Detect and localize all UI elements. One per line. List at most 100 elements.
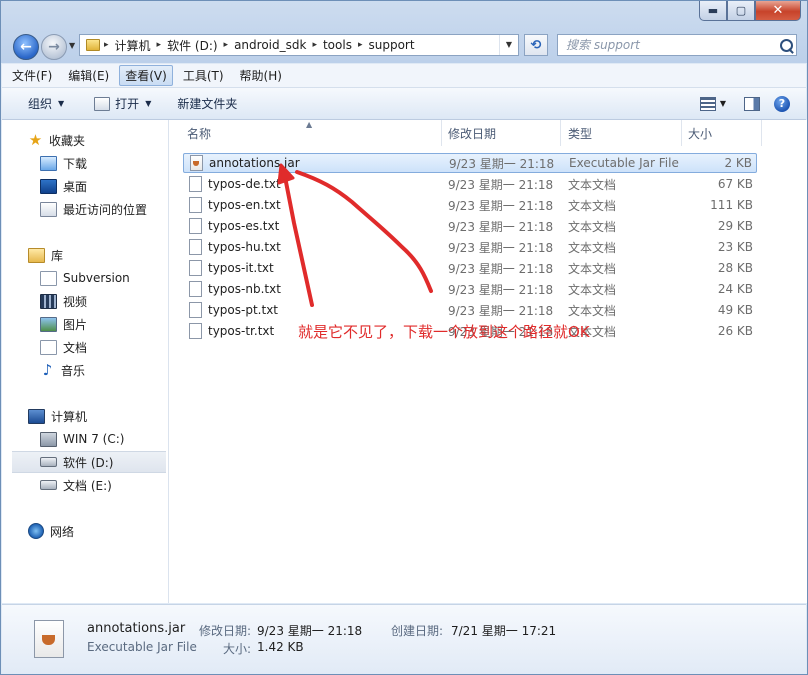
nav-item-drive-d[interactable]: 软件 (D:)	[12, 451, 166, 473]
jar-file-icon	[34, 620, 64, 658]
refresh-button[interactable]: ⟲	[524, 34, 548, 56]
jar-file-icon	[190, 155, 203, 171]
menu-edit[interactable]: 编辑(E)	[62, 65, 115, 86]
close-button[interactable]: ✕	[755, 1, 801, 21]
preview-pane-icon[interactable]	[744, 96, 760, 111]
nav-label: Subversion	[63, 271, 130, 285]
view-list-icon[interactable]	[699, 96, 716, 111]
details-size-label: 大小:	[223, 642, 252, 656]
nav-libraries[interactable]: 库	[28, 244, 168, 266]
column-header-date[interactable]: 修改日期	[448, 120, 496, 146]
text-file-icon	[189, 281, 202, 297]
desktop-icon	[40, 178, 57, 194]
breadcrumb-computer[interactable]: 计算机	[109, 37, 157, 54]
file-row[interactable]: typos-hu.txt 9/23 星期一 21:18 文本文档 23 KB	[183, 237, 757, 257]
column-divider[interactable]	[560, 120, 561, 146]
file-name: typos-es.txt	[208, 219, 280, 233]
menu-tools[interactable]: 工具(T)	[177, 65, 230, 86]
minimize-button[interactable]: ▬	[699, 1, 727, 21]
network-icon	[28, 523, 44, 539]
file-row[interactable]: typos-it.txt 9/23 星期一 21:18 文本文档 28 KB	[183, 258, 757, 278]
drive-icon	[40, 480, 57, 490]
arrow-right-icon: →	[48, 39, 60, 55]
file-type: 文本文档	[568, 303, 617, 318]
file-name: typos-de.txt	[208, 177, 281, 191]
file-row[interactable]: typos-en.txt 9/23 星期一 21:18 文本文档 111 KB	[183, 195, 757, 215]
breadcrumb-tools[interactable]: tools	[317, 38, 358, 52]
nav-item-pictures[interactable]: 图片	[40, 313, 168, 335]
recent-pages-dropdown[interactable]: ▼	[69, 41, 75, 50]
text-file-icon	[189, 260, 202, 276]
open-button[interactable]: 打开 ▼	[86, 88, 159, 119]
file-row[interactable]: typos-de.txt 9/23 星期一 21:18 文本文档 67 KB	[183, 174, 757, 194]
file-date: 9/23 星期一 21:18	[448, 282, 554, 297]
music-note-icon: ♪	[42, 360, 53, 379]
column-header-name[interactable]: 名称	[187, 120, 211, 146]
nav-label: 图片	[63, 317, 88, 332]
file-list: 名称 ▲ 修改日期 类型 大小 annotations.jar 9/23 星期一…	[169, 120, 807, 603]
file-name: typos-it.txt	[208, 261, 274, 275]
text-file-icon	[189, 323, 202, 339]
breadcrumb-support[interactable]: support	[362, 38, 420, 52]
nav-item-downloads[interactable]: 下载	[40, 152, 168, 174]
annotation-text: 就是它不见了，下载一个放到这个路径就OK	[298, 323, 590, 341]
file-date: 9/23 星期一 21:18	[448, 219, 554, 234]
nav-computer[interactable]: 计算机	[28, 405, 168, 427]
nav-network[interactable]: 网络	[28, 520, 168, 542]
nav-item-documents[interactable]: 文档	[40, 336, 168, 358]
nav-label: 桌面	[63, 179, 88, 194]
search-icon[interactable]	[780, 38, 793, 52]
text-file-icon	[189, 176, 202, 192]
new-folder-button[interactable]: 新建文件夹	[169, 88, 245, 119]
video-icon	[40, 293, 57, 309]
nav-item-desktop[interactable]: 桌面	[40, 175, 168, 197]
nav-item-recent[interactable]: 最近访问的位置	[40, 198, 168, 220]
file-row[interactable]: typos-nb.txt 9/23 星期一 21:18 文本文档 24 KB	[183, 279, 757, 299]
file-row[interactable]: typos-pt.txt 9/23 星期一 21:18 文本文档 49 KB	[183, 300, 757, 320]
new-folder-label: 新建文件夹	[177, 97, 238, 111]
breadcrumb-android-sdk[interactable]: android_sdk	[228, 38, 312, 52]
file-row[interactable]: typos-es.txt 9/23 星期一 21:18 文本文档 29 KB	[183, 216, 757, 236]
open-label: 打开	[115, 97, 140, 111]
file-date: 9/23 星期一 21:18	[448, 261, 554, 276]
file-size: 67 KB	[717, 177, 753, 191]
menu-bar: 文件(F) 编辑(E) 查看(V) 工具(T) 帮助(H)	[2, 64, 806, 88]
breadcrumb-drive-d[interactable]: 软件 (D:)	[161, 37, 223, 54]
nav-item-videos[interactable]: 视频	[40, 290, 168, 312]
column-divider[interactable]	[681, 120, 682, 146]
menu-file[interactable]: 文件(F)	[6, 65, 58, 86]
back-button[interactable]: ←	[13, 34, 39, 60]
file-date: 9/23 星期一 21:18	[449, 156, 555, 171]
nav-label: 库	[51, 248, 64, 263]
nav-item-drive-c[interactable]: WIN 7 (C:)	[40, 428, 168, 450]
nav-item-subversion[interactable]: Subversion	[40, 267, 168, 289]
address-bar[interactable]: ▸ 计算机 ▸ 软件 (D:) ▸ android_sdk ▸ tools ▸ …	[79, 34, 519, 56]
organize-button[interactable]: 组织 ▼	[2, 88, 72, 119]
star-icon: ★	[28, 130, 43, 149]
system-drive-icon	[40, 431, 57, 447]
file-name: typos-tr.txt	[208, 324, 275, 338]
column-header-type[interactable]: 类型	[568, 120, 592, 146]
search-input[interactable]	[564, 37, 778, 53]
column-header-size[interactable]: 大小	[688, 120, 712, 146]
file-size: 26 KB	[717, 324, 753, 338]
chevron-down-icon[interactable]: ▼	[720, 99, 726, 108]
help-icon[interactable]: ?	[774, 95, 790, 112]
details-modified-value: 9/23 星期一 21:18	[257, 624, 363, 638]
maximize-button[interactable]: ▢	[727, 1, 755, 21]
file-type: 文本文档	[568, 219, 617, 234]
file-row[interactable]: annotations.jar 9/23 星期一 21:18 Executabl…	[183, 153, 757, 173]
computer-icon	[28, 408, 45, 424]
details-created-label: 创建日期:	[391, 624, 444, 638]
file-size: 2 KB	[724, 156, 752, 170]
address-history-dropdown[interactable]: ▼	[499, 35, 518, 55]
forward-button[interactable]: →	[41, 34, 67, 60]
nav-favorites[interactable]: ★ 收藏夹	[28, 129, 168, 151]
menu-help[interactable]: 帮助(H)	[234, 65, 288, 86]
nav-item-drive-e[interactable]: 文档 (E:)	[40, 474, 168, 496]
menu-view[interactable]: 查看(V)	[119, 65, 173, 86]
nav-item-music[interactable]: ♪ 音乐	[40, 359, 168, 381]
column-divider[interactable]	[761, 120, 762, 146]
column-divider[interactable]	[441, 120, 442, 146]
file-type: 文本文档	[568, 282, 617, 297]
